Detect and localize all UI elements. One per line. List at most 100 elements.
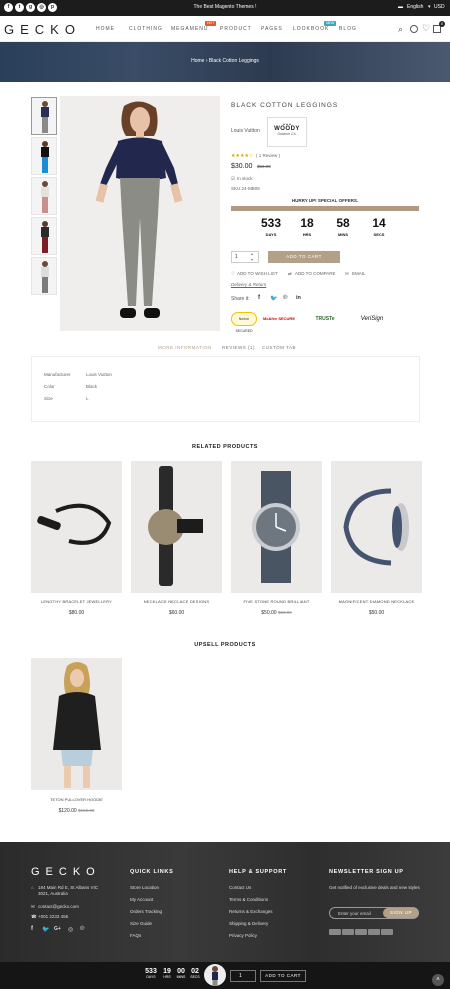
phone-icon: ☎: [31, 914, 37, 919]
pinterest-icon[interactable]: ℗: [80, 926, 84, 932]
back-to-top-icon[interactable]: ˄: [432, 974, 444, 986]
pinterest-icon[interactable]: ℗: [283, 295, 287, 301]
product-card-price-wrap: $50.00 $80.00: [231, 610, 322, 616]
footer-link[interactable]: Contact Us: [229, 885, 251, 890]
account-icon[interactable]: [410, 25, 418, 33]
tab-reviews[interactable]: REVIEWS (1): [222, 345, 255, 350]
sticky-add-to-cart-button[interactable]: ADD TO CART: [260, 970, 306, 982]
countdown-label: MINS: [338, 232, 348, 237]
product-card-old-price: $150.00: [78, 808, 95, 813]
footer-link[interactable]: Store Location: [130, 885, 159, 890]
currency-select[interactable]: USD: [434, 4, 445, 10]
nav-product[interactable]: PRODUCT: [220, 26, 252, 32]
breadcrumb-home[interactable]: Home: [191, 58, 204, 64]
sticky-quantity-input[interactable]: 1: [230, 970, 256, 982]
product-card-name[interactable]: LENGTHY BRACELET JEWELLERY: [31, 599, 122, 604]
related-products-title: RELATED PRODUCTS: [192, 444, 258, 450]
nav-home[interactable]: HOME: [96, 26, 115, 32]
product-card-price: $80.00: [68, 610, 85, 616]
product-card-price: $50.00: [368, 610, 385, 616]
main-header: GECKO HOME CLOTHING MEGAMENU HOT PRODUCT…: [0, 16, 450, 42]
quantity-stepper[interactable]: ▴ ▾: [251, 251, 253, 263]
footer-link[interactable]: Privacy Policy: [229, 933, 257, 938]
share-label: Share it:: [231, 296, 250, 302]
add-to-cart-button[interactable]: ADD TO CART: [268, 251, 340, 263]
footer-logo[interactable]: GECKO: [31, 866, 101, 878]
product-card-name[interactable]: FIVE STONE ROUND BRILLIANT: [231, 599, 322, 604]
product-thumbnail[interactable]: [31, 217, 57, 255]
product-card-price: $50.00: [261, 610, 277, 616]
heart-icon[interactable]: ♡: [422, 23, 430, 34]
facebook-icon[interactable]: f: [31, 926, 33, 932]
breadcrumb-separator: ›: [205, 58, 208, 64]
product-thumbnail[interactable]: [31, 177, 57, 215]
product-brand[interactable]: Louis Vuitton: [231, 128, 260, 134]
product-thumbnail[interactable]: [31, 257, 57, 295]
sticky-product-thumbnail: [204, 964, 226, 986]
add-to-wishlist-link[interactable]: ADD TO WISH LIST: [237, 271, 278, 276]
newsletter-title: NEWSLETTER SIGN UP: [329, 869, 404, 875]
twitter-icon[interactable]: 🐦: [42, 926, 49, 933]
newsletter-signup-button[interactable]: SIGN UP: [383, 908, 419, 918]
nav-lookbook[interactable]: LOOKBOOK: [293, 26, 329, 32]
product-card-image[interactable]: [231, 461, 322, 593]
footer-link[interactable]: Terms & Conditions: [229, 897, 268, 902]
footer-link[interactable]: Size Guide: [130, 921, 152, 926]
product-card-image[interactable]: [31, 461, 122, 593]
language-select[interactable]: English: [407, 4, 423, 10]
sticky-countdown-minutes: 00 MINS: [174, 968, 188, 979]
instagram-icon[interactable]: ◎: [68, 926, 73, 933]
footer-email[interactable]: contact@gecko.com: [38, 904, 79, 909]
footer-link[interactable]: Orders Tracking: [130, 909, 162, 914]
email-link[interactable]: EMAIL: [352, 271, 366, 276]
product-thumbnail[interactable]: [31, 97, 57, 135]
quick-links-title: QUICK LINKS: [130, 869, 174, 875]
facebook-icon[interactable]: f: [258, 295, 260, 301]
norton-badge: Norton SECURED: [231, 312, 257, 333]
info-value: Louis Vuitton: [86, 372, 112, 377]
newsletter-email-input[interactable]: Enter your email: [338, 911, 371, 916]
visa-icon: [329, 929, 341, 935]
tab-more-information[interactable]: MORE INFORMATION: [158, 345, 212, 350]
info-label: Size: [44, 396, 53, 401]
site-logo[interactable]: GECKO: [4, 22, 81, 37]
product-card-name[interactable]: MAGNIFICENT DIAMOND NECKLACE: [331, 599, 422, 604]
search-icon[interactable]: ⌕: [398, 24, 403, 35]
countdown-value: 00: [177, 968, 185, 975]
product-price: $30.00: [231, 163, 253, 170]
countdown-value: 533: [145, 968, 157, 975]
product-card-image[interactable]: [131, 461, 222, 593]
product-main-image[interactable]: [60, 96, 220, 331]
quantity-input[interactable]: 1: [231, 251, 259, 263]
linkedin-icon[interactable]: in: [296, 295, 301, 301]
upsell-products-title: UPSELL PRODUCTS: [194, 642, 256, 648]
product-card-name[interactable]: TETON PULLOVER HOODIE: [31, 797, 122, 802]
info-value: Black: [86, 384, 98, 389]
product-card-name[interactable]: NECKLACE NECLACE DESIGNS: [131, 599, 222, 604]
product-card-image[interactable]: [331, 461, 422, 593]
nav-clothing[interactable]: CLOTHING: [129, 26, 163, 32]
tab-panel: Manufacturer Louis Vuitton Color Black S…: [31, 356, 420, 422]
sticky-countdown-days: 533 DAYS: [144, 968, 158, 979]
add-to-compare-link[interactable]: ADD TO COMPARE: [295, 271, 336, 276]
brand-logo[interactable]: ▲▲▲ WOODY Outdoor Co.: [267, 117, 307, 147]
newsletter-form: Enter your email SIGN UP: [329, 907, 419, 919]
twitter-icon[interactable]: 🐦: [270, 295, 277, 302]
nav-pages[interactable]: PAGES: [261, 26, 283, 32]
footer-link[interactable]: Shipping & Delivery: [229, 921, 268, 926]
google-plus-icon[interactable]: G+: [54, 926, 61, 932]
footer-link[interactable]: Returns & Exchanges: [229, 909, 273, 914]
product-thumbnail[interactable]: [31, 137, 57, 175]
footer-link[interactable]: FAQs: [130, 933, 141, 938]
flag-icon: ▬: [398, 4, 403, 10]
product-card-image[interactable]: [31, 658, 122, 790]
tab-custom[interactable]: CUSTOM TAB: [262, 345, 296, 350]
nav-blog[interactable]: BLOG: [339, 26, 357, 32]
info-label: Color: [44, 384, 55, 389]
sticky-add-to-cart-bar: 533 DAYS 19 HRS 00 MINS 02 SECS 1 ADD TO CAR…: [0, 962, 450, 989]
nav-megamenu[interactable]: MEGAMENU: [171, 26, 208, 32]
compare-icon: ⇄: [288, 271, 292, 276]
delivery-return-link[interactable]: Delivery & Return: [231, 282, 266, 287]
footer-link[interactable]: My Account: [130, 897, 153, 902]
review-count-link[interactable]: ( 1 Review ): [256, 153, 280, 158]
